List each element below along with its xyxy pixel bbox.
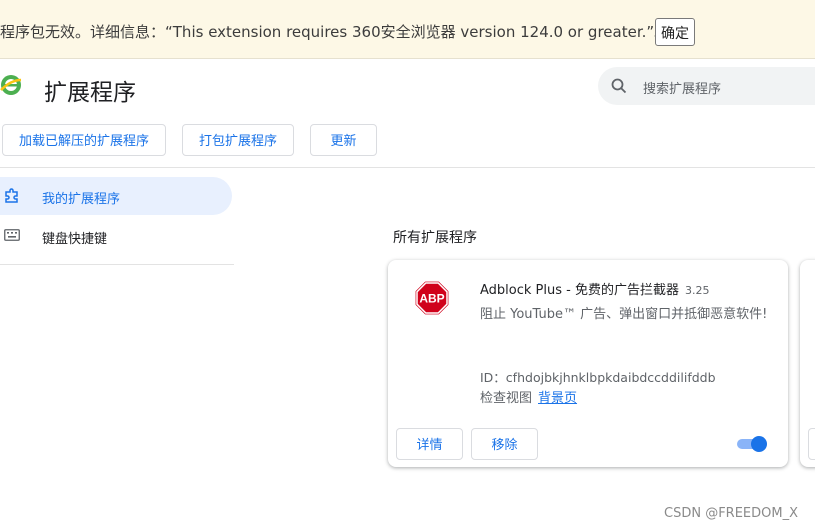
abp-icon-text: ABP (419, 292, 444, 306)
remove-button[interactable]: 移除 (471, 428, 538, 460)
toggle-knob (751, 436, 767, 452)
background-page-link[interactable]: 背景页 (538, 391, 577, 406)
details-button-partial[interactable] (808, 428, 815, 460)
load-unpacked-button[interactable]: 加载已解压的扩展程序 (2, 124, 166, 156)
puzzle-icon (5, 188, 18, 203)
page-title: 扩展程序 (44, 80, 136, 106)
sidebar-divider (0, 264, 234, 265)
adblock-plus-icon: ABP (414, 280, 450, 316)
extension-title: Adblock Plus - 免费的广告拦截器 3.25 (480, 279, 709, 298)
warning-message: 程序包无效。详细信息：“This extension requires 360安… (0, 23, 670, 41)
extension-name: Adblock Plus - 免费的广告拦截器 (480, 283, 679, 298)
update-button[interactable]: 更新 (310, 124, 377, 156)
sidebar-item-keyboard-shortcuts[interactable]: 键盘快捷键 (0, 217, 232, 255)
search-box[interactable]: 搜索扩展程序 (598, 67, 815, 105)
confirm-button[interactable]: 确定 (655, 18, 695, 46)
watermark: CSDN @FREEDOM_X (664, 506, 798, 521)
search-icon (611, 78, 627, 94)
sidebar-item-my-extensions[interactable]: 我的扩展程序 (0, 177, 232, 215)
section-title: 所有扩展程序 (393, 230, 477, 246)
extension-version: 3.25 (684, 284, 710, 297)
inspect-views-label: 检查视图 (480, 391, 533, 406)
sidebar-item-label: 我的扩展程序 (42, 192, 121, 207)
extension-card: ABP Adblock Plus - 免费的广告拦截器 3.25 阻止 YouTu… (388, 260, 788, 467)
details-button[interactable]: 详情 (396, 428, 463, 460)
keyboard-icon (4, 229, 20, 241)
browser-logo-icon (0, 74, 22, 96)
sidebar-item-label: 键盘快捷键 (42, 232, 108, 247)
inspect-views: 检查视图 背景页 (480, 387, 577, 406)
enable-toggle[interactable] (737, 436, 769, 452)
extension-id: ID：cfhdojbkjhnklbpkdaibdccddilifddb (480, 370, 716, 385)
extension-card-partial (800, 260, 815, 467)
extension-description: 阻止 YouTube™ 广告、弹出窗口并抵御恶意软件! (480, 307, 768, 322)
pack-extension-button[interactable]: 打包扩展程序 (182, 124, 294, 156)
search-input[interactable]: 搜索扩展程序 (643, 78, 721, 97)
header-divider (0, 167, 815, 168)
warning-bar: 程序包无效。详细信息：“This extension requires 360安… (0, 0, 815, 59)
